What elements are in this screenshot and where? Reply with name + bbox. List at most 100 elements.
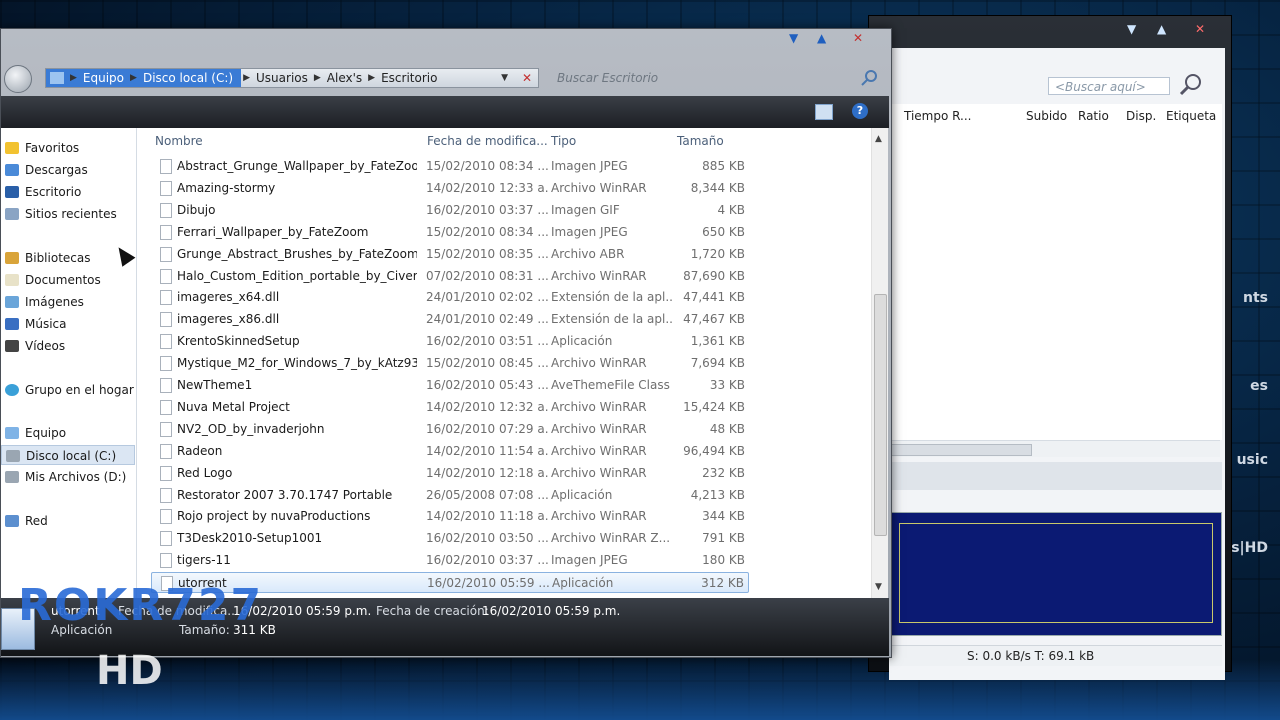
nav-bibliotecas[interactable]: Bibliotecas [5, 248, 90, 268]
drive-icon [5, 471, 19, 483]
breadcrumb-alex[interactable]: Alex's [323, 71, 366, 85]
file-row[interactable]: imageres_x86.dll 24/01/2010 02:49 ... Exte… [151, 309, 749, 330]
utorrent-search-input[interactable]: <Buscar aquí> [1048, 77, 1170, 95]
maximize-icon[interactable]: ▲ [1157, 22, 1166, 36]
minimize-icon[interactable]: ▼ [789, 31, 798, 45]
nav-imagenes[interactable]: Imágenes [5, 292, 84, 312]
file-size: 1,361 KB [690, 334, 745, 349]
desktop-side-text: usic [1236, 452, 1268, 468]
scrollbar-thumb[interactable] [874, 294, 887, 536]
minimize-icon[interactable]: ▼ [1127, 22, 1136, 36]
file-list[interactable]: Nombre Fecha de modifica... Tipo Tamaño … [137, 128, 871, 598]
column-header-size[interactable]: Tamaño [677, 134, 724, 148]
column-header[interactable]: Etiqueta [1160, 109, 1222, 123]
nav-musica[interactable]: Música [5, 314, 67, 334]
nav-sitios-recientes[interactable]: Sitios recientes [5, 204, 117, 224]
address-bar[interactable]: ▶ Equipo ▶ Disco local (C:) ▶ Usuarios ▶… [45, 68, 539, 88]
help-icon[interactable]: ? [852, 103, 868, 119]
nav-red[interactable]: Red [5, 511, 48, 531]
nav-equipo[interactable]: Equipo [5, 423, 66, 443]
nav-disco-d[interactable]: Mis Archivos (D:) [5, 467, 126, 487]
file-type: Imagen JPEG [551, 553, 628, 568]
utorrent-column-headers: Tiempo R... Subido Ratio Disp. Etiqueta [890, 104, 1222, 129]
file-icon [160, 421, 172, 437]
maximize-icon[interactable]: ▲ [817, 31, 826, 45]
search-icon[interactable] [861, 69, 879, 90]
column-header[interactable]: Disp. [1120, 109, 1162, 123]
nav-escritorio[interactable]: Escritorio [5, 182, 81, 202]
file-size: 312 KB [701, 576, 744, 591]
search-input[interactable]: Buscar Escritorio [545, 68, 883, 88]
breadcrumb-escritorio[interactable]: Escritorio [377, 71, 441, 85]
column-header[interactable]: Ratio [1072, 109, 1115, 123]
file-name: Rojo project by nuvaProductions [177, 509, 371, 524]
transfer-status: S: 0.0 kB/s T: 69.1 kB [967, 649, 1095, 663]
vertical-scrollbar[interactable]: ▲ ▼ [871, 128, 888, 598]
column-header[interactable]: Tiempo R... [898, 109, 978, 123]
scroll-up-icon[interactable]: ▲ [875, 134, 882, 144]
close-icon[interactable]: ✕ [853, 31, 863, 45]
file-row[interactable]: Mystique_M2_for_Windows_7_by_kAtz93 15/02… [151, 353, 749, 374]
nav-disco-c[interactable]: Disco local (C:) [1, 445, 135, 465]
file-row[interactable]: imageres_x64.dll 24/01/2010 02:02 ... Exte… [151, 287, 749, 308]
file-row[interactable]: Ferrari_Wallpaper_by_FateZoom 15/02/2010 … [151, 222, 749, 243]
file-row[interactable]: T3Desk2010-Setup1001 16/02/2010 03:50 ...… [151, 528, 749, 549]
file-name: Restorator 2007 3.70.1747 Portable [177, 487, 393, 502]
search-icon[interactable] [1178, 72, 1204, 96]
nav-documentos[interactable]: Documentos [5, 270, 101, 290]
file-row[interactable]: NV2_OD_by_invaderjohn 16/02/2010 07:29 a.… [151, 419, 749, 440]
file-name: NewTheme1 [177, 378, 253, 392]
file-row[interactable]: Halo_Custom_Edition_portable_by_Civerr..… [151, 266, 749, 287]
clear-address-icon[interactable]: ✕ [522, 71, 532, 85]
file-row[interactable]: Restorator 2007 3.70.1747 Portable 26/05/… [151, 485, 749, 506]
file-size: 15,424 KB [683, 399, 745, 414]
star-icon [5, 142, 19, 154]
file-row[interactable]: Nuva Metal Project 14/02/2010 12:32 a... A… [151, 397, 749, 418]
nav-videos[interactable]: Vídeos [5, 336, 65, 356]
utorrent-tabs [890, 462, 1222, 490]
file-row[interactable]: Amazing-stormy 14/02/2010 12:33 a... Archi… [151, 178, 749, 199]
file-row[interactable]: tigers-11 16/02/2010 03:37 ... Imagen JPEG… [151, 550, 749, 571]
file-date: 07/02/2010 08:31 ... [426, 268, 548, 283]
chevron-down-icon[interactable]: ▼ [501, 73, 508, 83]
column-header-name[interactable]: Nombre [155, 134, 203, 148]
file-row[interactable]: Grunge_Abstract_Brushes_by_FateZoom 15/02… [151, 244, 749, 265]
scroll-down-icon[interactable]: ▼ [875, 582, 882, 592]
file-icon [160, 509, 172, 525]
breadcrumb-equipo[interactable]: Equipo [79, 71, 128, 85]
preview-pane-icon[interactable] [815, 104, 833, 120]
file-date: 24/01/2010 02:02 ... [426, 290, 548, 305]
column-header[interactable]: Subido [1020, 109, 1073, 123]
explorer-window[interactable]: ▼ ▲ ✕ ▶ Equipo ▶ Disco local (C:) ▶ Usua… [0, 28, 892, 658]
close-icon[interactable]: ✕ [1195, 22, 1205, 36]
nav-favoritos[interactable]: Favoritos [5, 138, 79, 158]
file-name: Red Logo [177, 465, 233, 480]
column-headers: Nombre Fecha de modifica... Tipo Tamaño [137, 128, 871, 154]
column-header-type[interactable]: Tipo [551, 134, 576, 148]
file-row[interactable]: KrentoSkinnedSetup 16/02/2010 03:51 ... Ap… [151, 331, 749, 352]
graph-area [899, 523, 1213, 623]
file-type: Imagen JPEG [551, 224, 628, 239]
file-row[interactable]: Dibujo 16/02/2010 03:37 ... Imagen GIF 4 KB [151, 200, 749, 221]
file-row[interactable]: Red Logo 14/02/2010 12:18 a... Archivo Win… [151, 463, 749, 484]
file-icon [160, 268, 172, 284]
column-header-date[interactable]: Fecha de modifica... [427, 134, 548, 148]
scrollbar-thumb[interactable] [890, 444, 1032, 456]
file-row[interactable]: Abstract_Grunge_Wallpaper_by_FateZoom 15/… [151, 156, 749, 177]
file-row[interactable]: Radeon 14/02/2010 11:54 a... Archivo WinRA… [151, 441, 749, 462]
file-icon [160, 443, 172, 459]
file-row[interactable]: Rojo project by nuvaProductions 14/02/201… [151, 506, 749, 527]
file-name: tigers-11 [177, 553, 231, 568]
nav-descargas[interactable]: Descargas [5, 160, 88, 180]
file-date: 14/02/2010 11:18 a... [426, 509, 548, 524]
file-size: 47,467 KB [683, 312, 745, 327]
breadcrumb-usuarios[interactable]: Usuarios [252, 71, 312, 85]
nav-grupo-hogar[interactable]: Grupo en el hogar [5, 380, 134, 400]
file-type: Imagen JPEG [551, 159, 628, 173]
downloads-icon [5, 164, 19, 176]
file-row[interactable]: NewTheme1 16/02/2010 05:43 ... AveThemeFil… [151, 375, 749, 396]
utorrent-torrent-list[interactable] [890, 128, 1222, 440]
horizontal-scrollbar[interactable] [890, 440, 1220, 457]
back-button[interactable] [4, 65, 32, 93]
breadcrumb-disco-c[interactable]: Disco local (C:) [139, 71, 237, 85]
